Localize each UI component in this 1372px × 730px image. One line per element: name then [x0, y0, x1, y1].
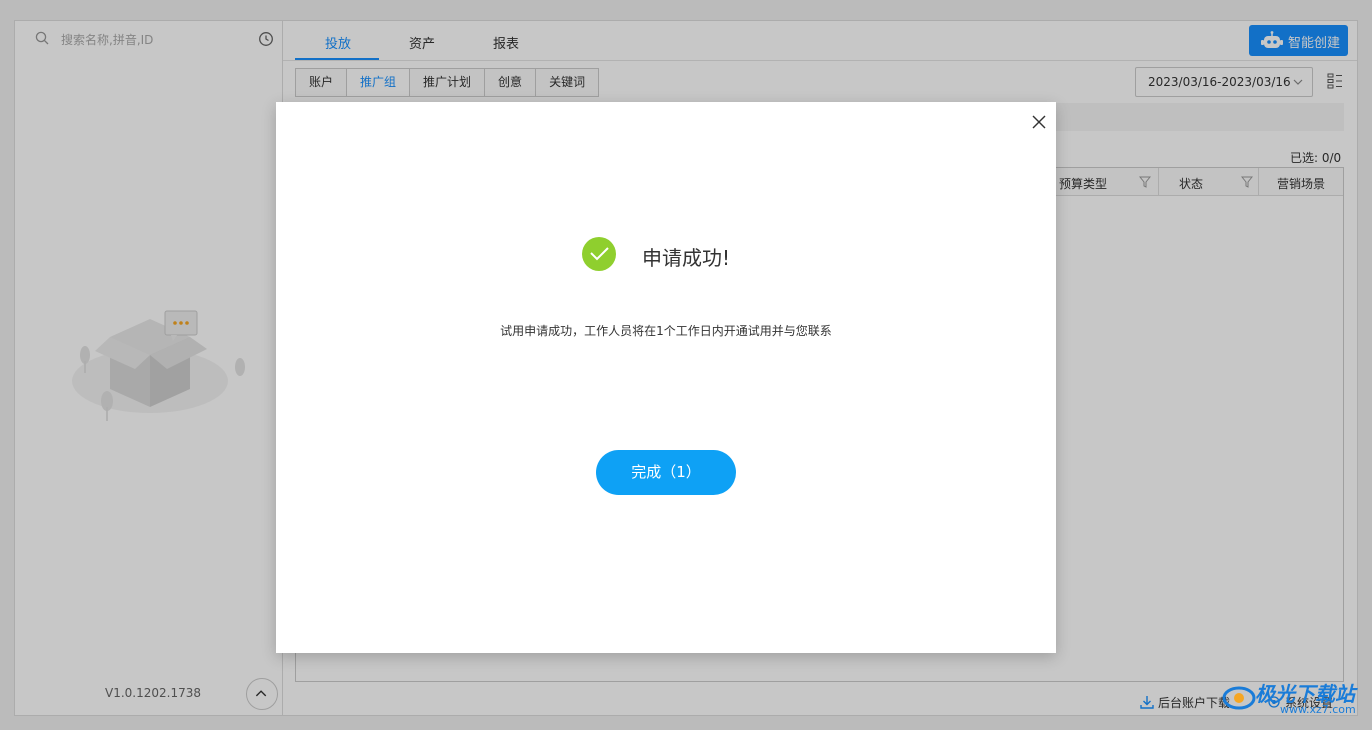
success-dialog: 申请成功! 试用申请成功，工作人员将在1个工作日内开通试用并与您联系 完成（1）	[276, 102, 1056, 653]
check-circle-icon	[582, 237, 616, 271]
done-button[interactable]: 完成（1）	[596, 450, 736, 495]
dialog-message: 试用申请成功，工作人员将在1个工作日内开通试用并与您联系	[500, 324, 832, 338]
watermark-logo	[1222, 686, 1256, 710]
close-icon[interactable]	[1030, 113, 1048, 131]
watermark-url: www.xz7.com	[1280, 703, 1356, 716]
site-watermark: 极光下载站 www.xz7.com	[1222, 676, 1367, 724]
dialog-title: 申请成功!	[642, 246, 731, 270]
